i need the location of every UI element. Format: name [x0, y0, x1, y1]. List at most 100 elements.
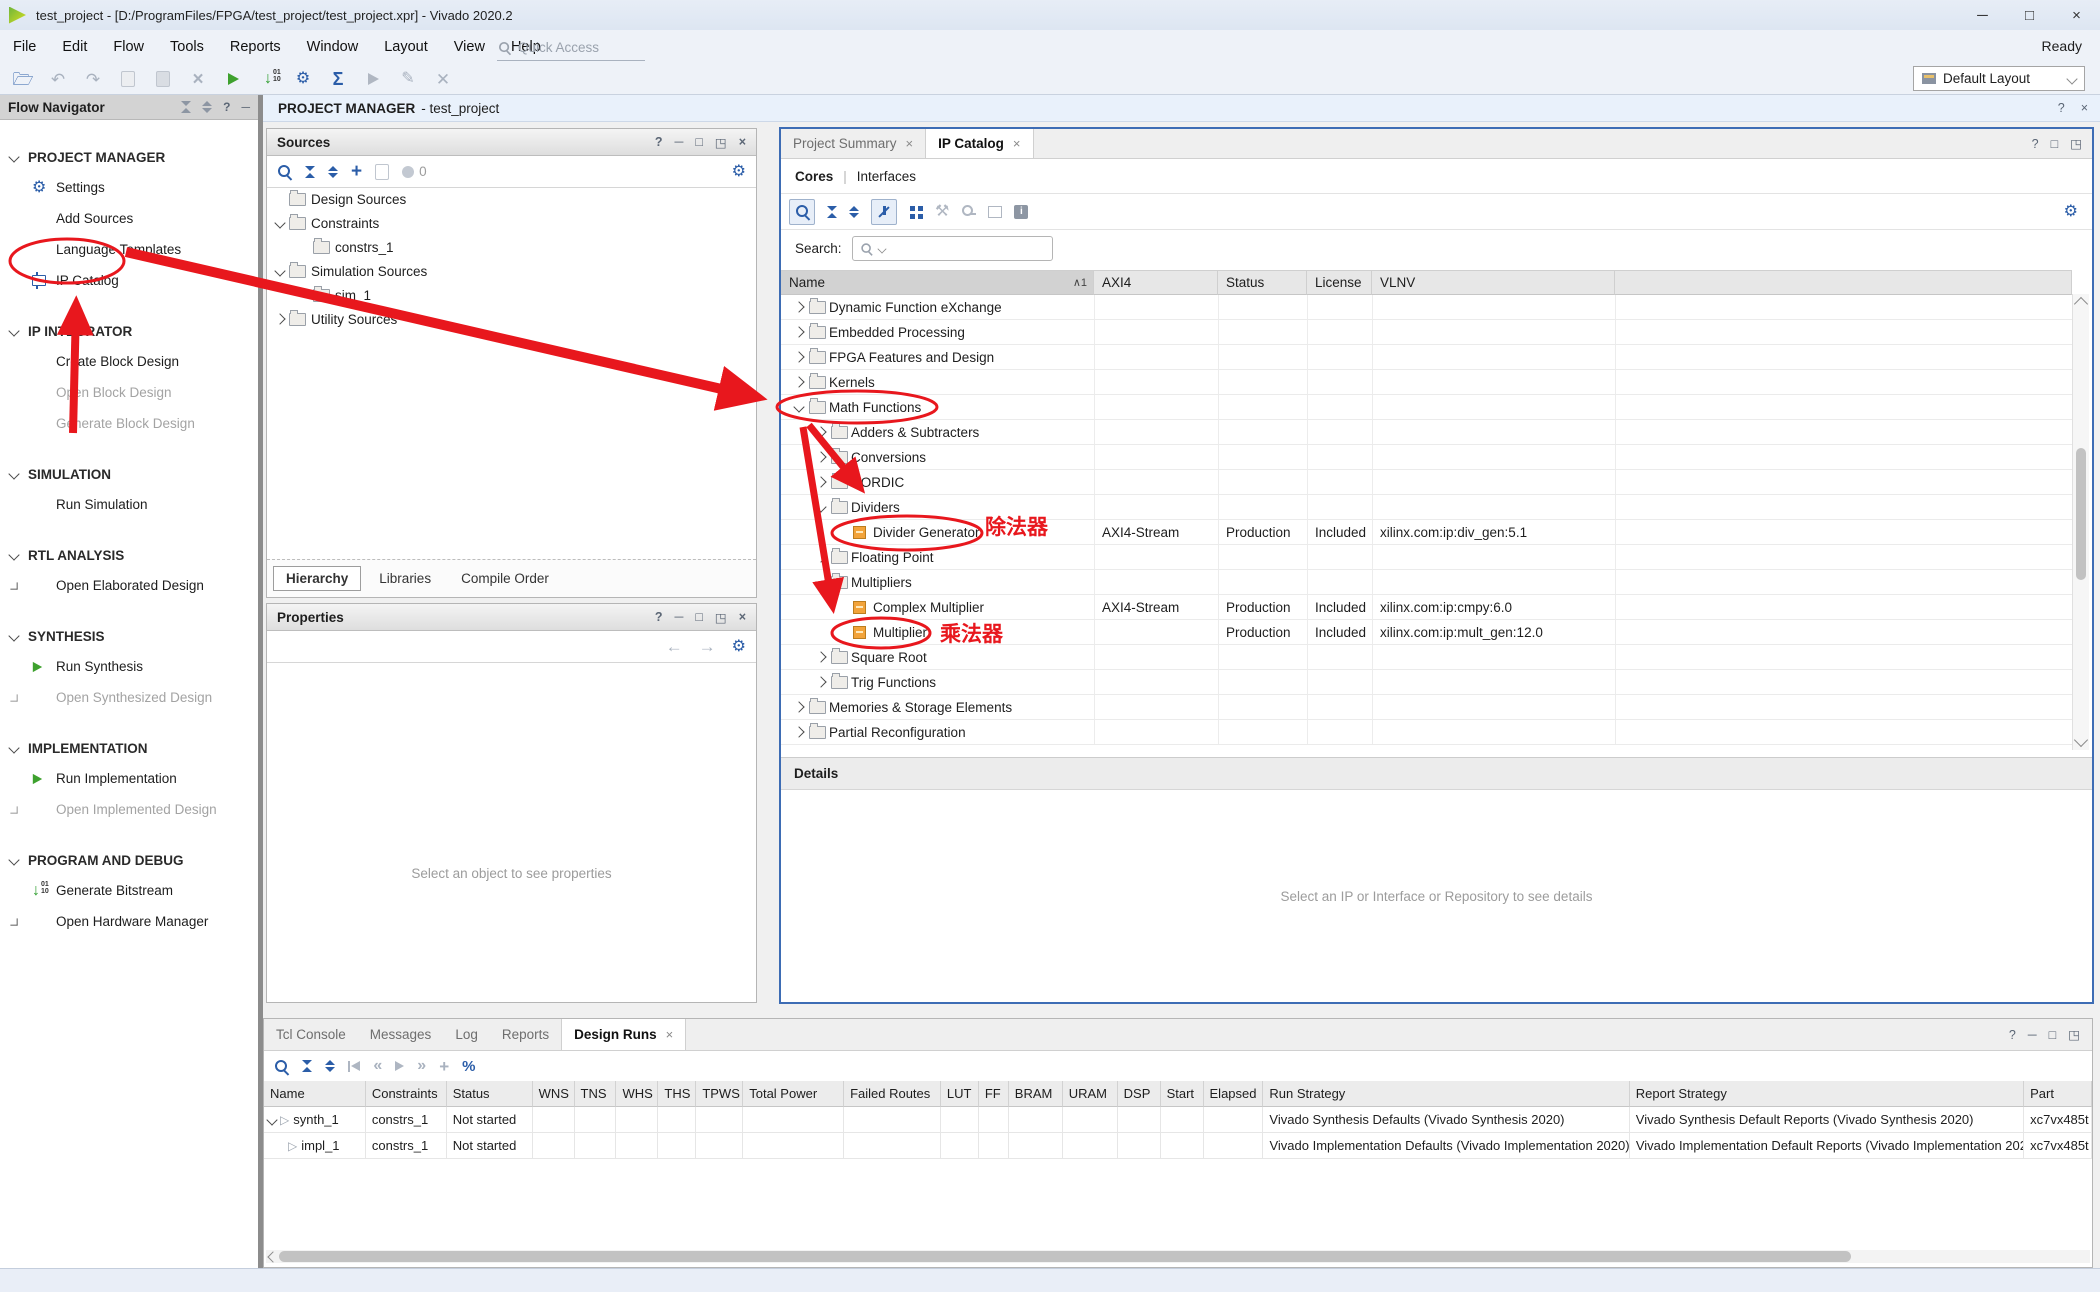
chevron-right-icon[interactable] — [793, 326, 804, 337]
chevron-right-icon[interactable] — [815, 676, 826, 687]
settings-gear-icon[interactable]: ⚙ — [292, 68, 314, 90]
chevron-down-icon[interactable] — [8, 468, 19, 479]
chevron-down-icon[interactable] — [8, 630, 19, 641]
maximize-panel-icon[interactable]: □ — [2051, 137, 2059, 151]
minimize-panel-icon[interactable]: ─ — [2028, 1028, 2037, 1042]
flow-item-open-block-design[interactable]: Open Block Design — [0, 377, 258, 408]
forward-icon[interactable]: → — [699, 638, 716, 655]
runs-column-ths[interactable]: THS — [658, 1081, 696, 1107]
tab-messages[interactable]: Messages — [358, 1019, 444, 1050]
expand-all-icon[interactable] — [202, 101, 212, 113]
view-cores[interactable]: Cores — [795, 169, 833, 184]
close-tab-icon[interactable]: × — [666, 1027, 674, 1042]
flow-item-add-sources[interactable]: Add Sources — [0, 203, 258, 234]
abort-icon[interactable]: ✕ — [432, 68, 454, 90]
ip-row-complex-multiplier[interactable]: Complex MultiplierAXI4-StreamProductionI… — [781, 595, 2072, 620]
play-runs-icon[interactable] — [395, 1061, 404, 1071]
redo-icon[interactable]: ↷ — [82, 68, 104, 90]
percent-icon[interactable]: % — [462, 1059, 475, 1074]
group-by-category-icon[interactable] — [909, 205, 923, 219]
flow-section-simulation[interactable]: SIMULATION — [0, 459, 258, 489]
settings-gear-icon[interactable]: ⚙ — [732, 639, 746, 655]
column-license[interactable]: License — [1307, 270, 1372, 295]
close-context-icon[interactable]: × — [2081, 101, 2088, 115]
chevron-right-icon[interactable] — [793, 351, 804, 362]
sources-tab-compile-order[interactable]: Compile Order — [449, 567, 561, 590]
tab-reports[interactable]: Reports — [490, 1019, 561, 1050]
menu-file[interactable]: File — [0, 39, 49, 55]
help-icon[interactable]: ? — [655, 610, 663, 624]
minimize-panel-icon[interactable]: ─ — [674, 610, 683, 624]
source-item-constraints[interactable]: Constraints — [267, 211, 756, 235]
flow-item-ip-catalog[interactable]: IP Catalog — [0, 265, 258, 296]
runs-column-uram[interactable]: URAM — [1063, 1081, 1118, 1107]
source-item-simulation-sources[interactable]: Simulation Sources — [267, 259, 756, 283]
flow-item-open-synthesized-design[interactable]: Open Synthesized Design — [0, 682, 258, 713]
close-panel-icon[interactable]: × — [739, 135, 746, 149]
chevron-down-icon[interactable] — [274, 265, 285, 276]
chevron-right-icon[interactable] — [815, 651, 826, 662]
expand-all-icon[interactable] — [325, 1060, 335, 1072]
paste-icon[interactable] — [152, 68, 174, 90]
runs-column-report-strategy[interactable]: Report Strategy — [1630, 1081, 2024, 1107]
collapse-all-icon[interactable] — [827, 206, 837, 218]
maximize-button[interactable]: □ — [2006, 0, 2053, 30]
search-icon[interactable] — [789, 199, 815, 225]
settings-gear-icon[interactable]: ⚙ — [732, 164, 746, 180]
chevron-right-icon[interactable] — [10, 806, 17, 813]
scrollbar-thumb[interactable] — [279, 1251, 1851, 1262]
source-item-constrs-1[interactable]: constrs_1 — [267, 235, 756, 259]
column-vlnv[interactable]: VLNV — [1372, 270, 1615, 295]
menu-reports[interactable]: Reports — [217, 39, 294, 55]
menu-view[interactable]: View — [441, 39, 498, 55]
add-run-icon[interactable]: + — [439, 1058, 449, 1075]
flow-item-settings[interactable]: ⚙Settings — [0, 172, 258, 203]
source-item-sim-1[interactable]: sim_1 — [267, 283, 756, 307]
chevron-down-icon[interactable] — [8, 854, 19, 865]
maximize-panel-icon[interactable]: □ — [695, 610, 703, 624]
chevron-right-icon[interactable] — [815, 551, 826, 562]
menu-flow[interactable]: Flow — [100, 39, 157, 55]
chevron-down-icon[interactable] — [274, 217, 285, 228]
runs-column-status[interactable]: Status — [447, 1081, 533, 1107]
chevron-right-icon[interactable] — [10, 582, 17, 589]
flow-item-open-implemented-design[interactable]: Open Implemented Design — [0, 794, 258, 825]
column-name[interactable]: Name ∧1 — [781, 270, 1094, 295]
ip-row-partial-reconfiguration[interactable]: Partial Reconfiguration — [781, 720, 2072, 745]
flow-item-generate-block-design[interactable]: Generate Block Design — [0, 408, 258, 439]
ip-row-math-functions[interactable]: Math Functions — [781, 395, 2072, 420]
chevron-right-icon[interactable] — [815, 426, 826, 437]
run-row-impl-1[interactable]: ▷impl_1constrs_1Not startedVivado Implem… — [264, 1133, 2092, 1159]
add-sources-icon[interactable]: + — [351, 162, 362, 181]
runs-column-start[interactable]: Start — [1161, 1081, 1204, 1107]
horizontal-scrollbar[interactable] — [266, 1250, 2090, 1263]
float-panel-icon[interactable]: ◳ — [2068, 1027, 2080, 1042]
runs-column-whs[interactable]: WHS — [616, 1081, 658, 1107]
flow-section-program-and-debug[interactable]: PROGRAM AND DEBUG — [0, 845, 258, 875]
chevron-down-icon[interactable] — [266, 1114, 277, 1125]
ip-row-trig-functions[interactable]: Trig Functions — [781, 670, 2072, 695]
chevron-down-icon[interactable] — [815, 501, 826, 512]
runs-column-dsp[interactable]: DSP — [1118, 1081, 1161, 1107]
close-panel-icon[interactable]: × — [739, 610, 746, 624]
runs-column-run-strategy[interactable]: Run Strategy — [1263, 1081, 1629, 1107]
flow-item-create-block-design[interactable]: Create Block Design — [0, 346, 258, 377]
close-tab-icon[interactable]: × — [906, 136, 914, 151]
minimize-button[interactable]: ─ — [1959, 0, 2006, 30]
minimize-panel-icon[interactable]: ─ — [241, 100, 250, 114]
settings-gear-icon[interactable]: ⚙ — [2064, 204, 2078, 220]
runs-column-total-power[interactable]: Total Power — [743, 1081, 844, 1107]
sources-title-bar[interactable]: Sources ? ─ □ ◳ × — [267, 129, 756, 156]
tab-ip-catalog[interactable]: IP Catalog × — [925, 129, 1033, 158]
flow-item-run-synthesis[interactable]: Run Synthesis — [0, 651, 258, 682]
tab-project-summary[interactable]: Project Summary × — [781, 129, 925, 158]
chevron-down-icon[interactable] — [8, 742, 19, 753]
flow-item-run-simulation[interactable]: Run Simulation — [0, 489, 258, 520]
chevron-right-icon[interactable] — [793, 701, 804, 712]
chevron-right-icon[interactable] — [815, 476, 826, 487]
tab-log[interactable]: Log — [443, 1019, 490, 1050]
generate-bitstream-icon[interactable]: ↓0110 — [257, 68, 279, 90]
ip-row-dynamic-function-exchange[interactable]: Dynamic Function eXchange — [781, 295, 2072, 320]
chevron-down-icon[interactable] — [8, 549, 19, 560]
copy-icon[interactable] — [117, 68, 139, 90]
